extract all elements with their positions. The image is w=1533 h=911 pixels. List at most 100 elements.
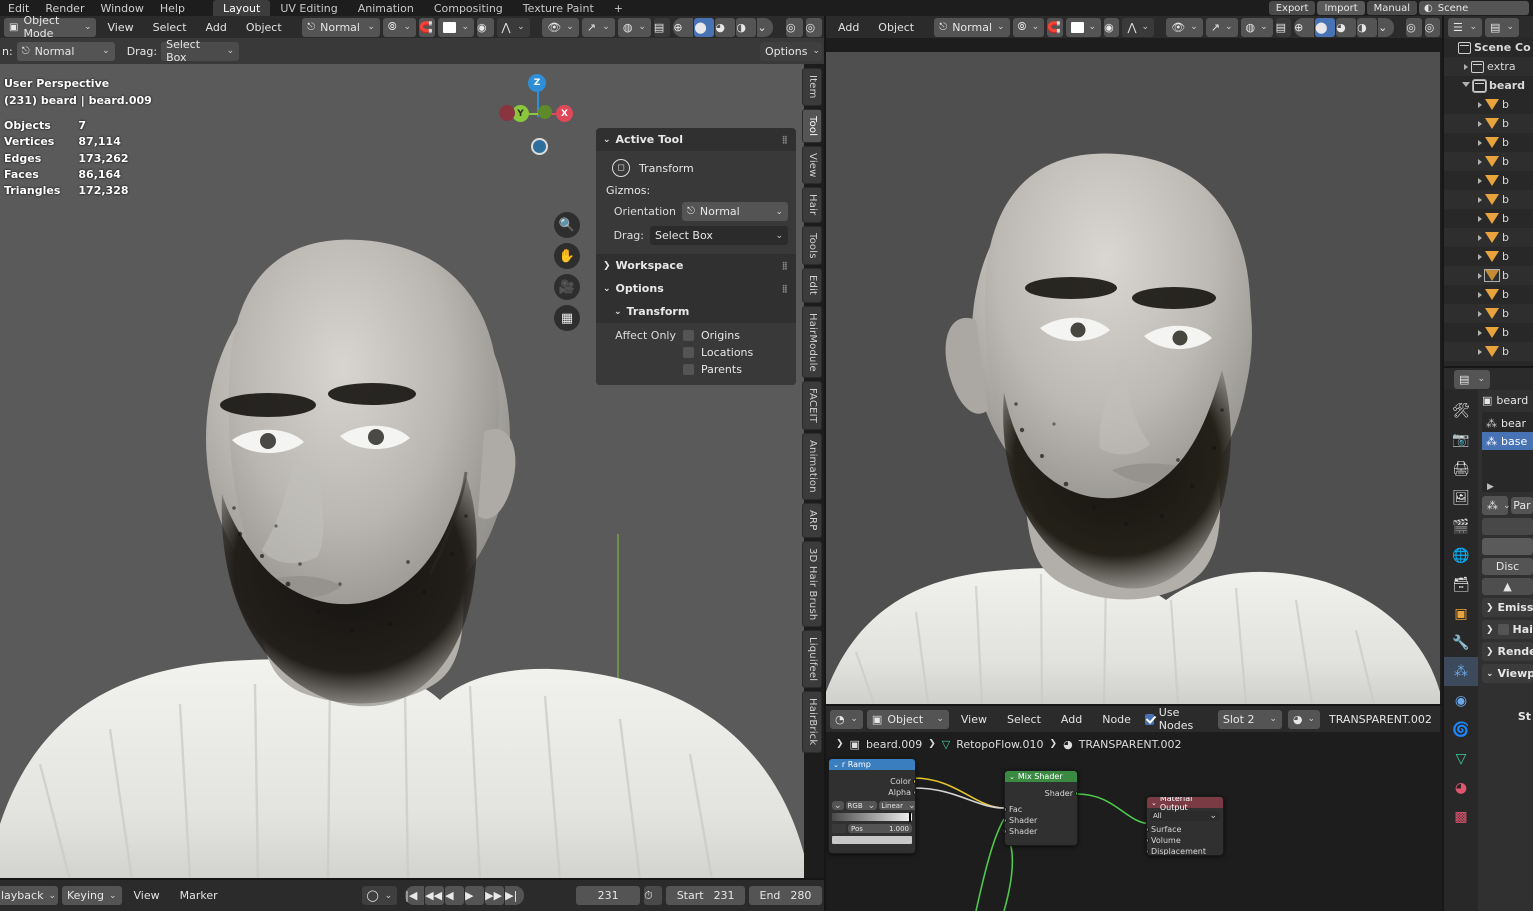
socket-dot[interactable] <box>913 790 915 795</box>
checkbox-locations[interactable] <box>683 347 694 358</box>
end-frame-field[interactable]: End 280 <box>748 886 822 905</box>
divider-horizontal-timeline[interactable] <box>0 878 826 880</box>
vpr-solid-button[interactable]: ⬤ <box>1315 17 1336 37</box>
outliner-row-mesh[interactable]: b <box>1444 323 1533 342</box>
node-material-output[interactable]: ⌄ Material Output All ⌄ Surface Volume D… <box>1146 796 1224 856</box>
colorramp-stop-handle[interactable] <box>909 812 911 822</box>
properties-tab-render[interactable]: 📷 <box>1444 425 1478 454</box>
viewport-3d-left[interactable]: User Perspective (231) beard | beard.009… <box>0 64 804 880</box>
properties-tab-view-layer[interactable]: 🖼 <box>1444 483 1478 512</box>
node-header[interactable]: ⌄ Mix Shader <box>1005 771 1077 782</box>
properties-section-viewport[interactable]: ⌄ Viewp <box>1482 664 1533 683</box>
vpr-menu-add[interactable]: Add <box>830 17 867 37</box>
xray-toggle[interactable]: ▤ <box>653 17 671 37</box>
shader-editor[interactable]: ◔ ⌄ ▣ Object ⌄ View Select Add Node Use Nod… <box>826 706 1440 911</box>
start-frame-field[interactable]: Start 231 <box>666 886 745 905</box>
chevron-right-icon[interactable] <box>1478 310 1482 317</box>
vp-menu-object[interactable]: Object <box>238 17 290 37</box>
vpr-pivot-selector[interactable]: ⦾ ⌄ <box>1012 17 1045 37</box>
chevron-right-icon[interactable] <box>1478 158 1482 165</box>
chevron-right-icon[interactable] <box>1478 234 1482 241</box>
vpr-shading-dropdown[interactable]: ⌄ <box>1378 17 1395 37</box>
list-item[interactable]: ⁂ bear <box>1482 414 1533 432</box>
sidebar-tab-view[interactable]: View <box>802 145 822 185</box>
proportional-edit-toggle[interactable]: ◉ <box>477 17 494 37</box>
next-keyframe-button[interactable]: ▶▶ <box>485 886 505 905</box>
vp-menu-add[interactable]: Add <box>198 17 235 37</box>
sidebar-tab-tool[interactable]: Tool <box>802 108 822 143</box>
material-browse-button[interactable]: ◕ ⌄ <box>1287 709 1321 729</box>
node-input-surface[interactable]: Surface <box>1147 824 1223 835</box>
export-button[interactable]: Export <box>1268 1 1316 15</box>
properties-tab-physics[interactable]: ◉ <box>1444 686 1478 715</box>
gizmo-axis-x-pos[interactable]: X <box>556 105 573 122</box>
falloff-selector[interactable]: ⋀ ⌄ <box>496 17 530 37</box>
chevron-right-icon[interactable] <box>1478 348 1482 355</box>
socket-dot[interactable] <box>913 779 915 784</box>
chevron-right-icon[interactable] <box>1478 101 1482 108</box>
vpr-xray-toggle[interactable]: ▤ <box>1275 17 1292 37</box>
timeline-menu-view[interactable]: View <box>126 886 168 906</box>
sidebar-tab-hairbrick[interactable]: HairBrick <box>802 691 822 753</box>
vp-menu-select[interactable]: Select <box>145 17 195 37</box>
vpr-preview-a[interactable]: ◎ <box>1406 17 1422 37</box>
chevron-right-icon[interactable] <box>1478 215 1482 222</box>
socket-dot[interactable] <box>1005 818 1007 823</box>
node-input-shader-2[interactable]: Shader <box>1005 826 1077 837</box>
menu-window[interactable]: Window <box>92 0 151 16</box>
node-header[interactable]: ⌄ Material Output <box>1147 797 1223 812</box>
properties-field-a[interactable] <box>1482 518 1533 535</box>
rendered-shading-button[interactable]: ◑ <box>736 17 757 37</box>
camera-icon[interactable]: 🎥 <box>554 274 580 300</box>
snap-target-selector[interactable]: ⌄ <box>438 17 475 37</box>
current-frame-field[interactable]: 231 <box>576 886 641 905</box>
navigation-gizmo[interactable]: Z Y X <box>499 70 590 160</box>
vpr-falloff-selector[interactable]: ⋀ ⌄ <box>1122 17 1155 37</box>
manual-button[interactable]: Manual <box>1366 1 1417 15</box>
previous-keyframe-button[interactable]: ◀◀ <box>425 886 445 905</box>
chevron-right-icon[interactable] <box>1478 272 1482 279</box>
tab-texture-paint[interactable]: Texture Paint <box>513 0 604 16</box>
properties-tab-tool[interactable]: 🛠 <box>1444 396 1478 425</box>
colorramp-color-mode[interactable]: RGB ⌄ <box>845 801 878 811</box>
particle-system-list[interactable]: ⁂ bear ⁂ base ▶ <box>1482 412 1533 492</box>
disconnect-hair-button[interactable]: Disc <box>1482 558 1533 575</box>
particle-settings-browse[interactable]: ⁂ ⌄ <box>1482 496 1511 515</box>
snap-pivot-selector[interactable]: ⦾ ⌄ <box>382 17 416 37</box>
render-preview-a[interactable]: ◎ <box>786 17 803 37</box>
vpr-rendered-button[interactable]: ◑ <box>1357 17 1378 37</box>
node-input-fac[interactable]: Fac <box>1005 804 1077 815</box>
expand-triangle-icon[interactable]: ▶ <box>1482 450 1533 492</box>
chevron-right-icon[interactable] <box>1478 291 1482 298</box>
node-output-color[interactable]: Color <box>829 776 915 787</box>
shader-menu-node[interactable]: Node <box>1094 709 1139 729</box>
vp-menu-view[interactable]: View <box>99 17 141 37</box>
outliner-row-mesh[interactable]: b <box>1444 133 1533 152</box>
material-slot-selector[interactable]: Slot 2 ⌄ <box>1217 709 1282 729</box>
socket-dot[interactable] <box>1075 791 1077 796</box>
colorramp-pos-field[interactable]: Pos 1.000 <box>848 824 912 833</box>
outliner-row-mesh[interactable]: b <box>1444 209 1533 228</box>
use-preview-range-button[interactable]: ⏱ <box>644 886 663 905</box>
panel-header-active-tool[interactable]: ⌄ Active Tool ⣿ <box>596 128 796 151</box>
sidebar-tab-hairmodule[interactable]: HairModule <box>802 305 822 379</box>
gizmo-toggle[interactable]: ↗ ⌄ <box>581 17 615 37</box>
solid-shading-button[interactable]: ⬤ <box>694 17 715 37</box>
outliner-row-mesh[interactable]: b <box>1444 266 1533 285</box>
outliner-editor-type[interactable]: ☰ ⌄ <box>1448 17 1482 37</box>
shader-menu-add[interactable]: Add <box>1053 709 1090 729</box>
vpr-orientation-selector[interactable]: ⎋ Normal ⌄ <box>934 17 1010 37</box>
sidebar-tab-faceit[interactable]: FACEIT <box>802 381 822 431</box>
vpr-proportional-toggle[interactable]: ◉ <box>1104 17 1120 37</box>
properties-section-hair[interactable]: ❯ Hai <box>1482 620 1533 639</box>
transform-orientation-selector[interactable]: ⎋ Normal ⌄ <box>302 17 380 37</box>
properties-tab-data[interactable]: ▽ <box>1444 744 1478 773</box>
shader-editor-type[interactable]: ◔ ⌄ <box>830 709 863 729</box>
divider-horizontal-props[interactable] <box>1444 366 1533 368</box>
tab-uv-editing[interactable]: UV Editing <box>270 0 347 16</box>
vpr-preview-b[interactable]: ◎ <box>1424 17 1441 37</box>
viewport-nav-buttons[interactable]: 🔍 ✋ 🎥 ▦ <box>554 212 580 336</box>
outliner-row-mesh[interactable]: b <box>1444 304 1533 323</box>
tab-add-workspace[interactable]: + <box>604 0 633 16</box>
colorramp-gradient[interactable] <box>832 812 912 822</box>
